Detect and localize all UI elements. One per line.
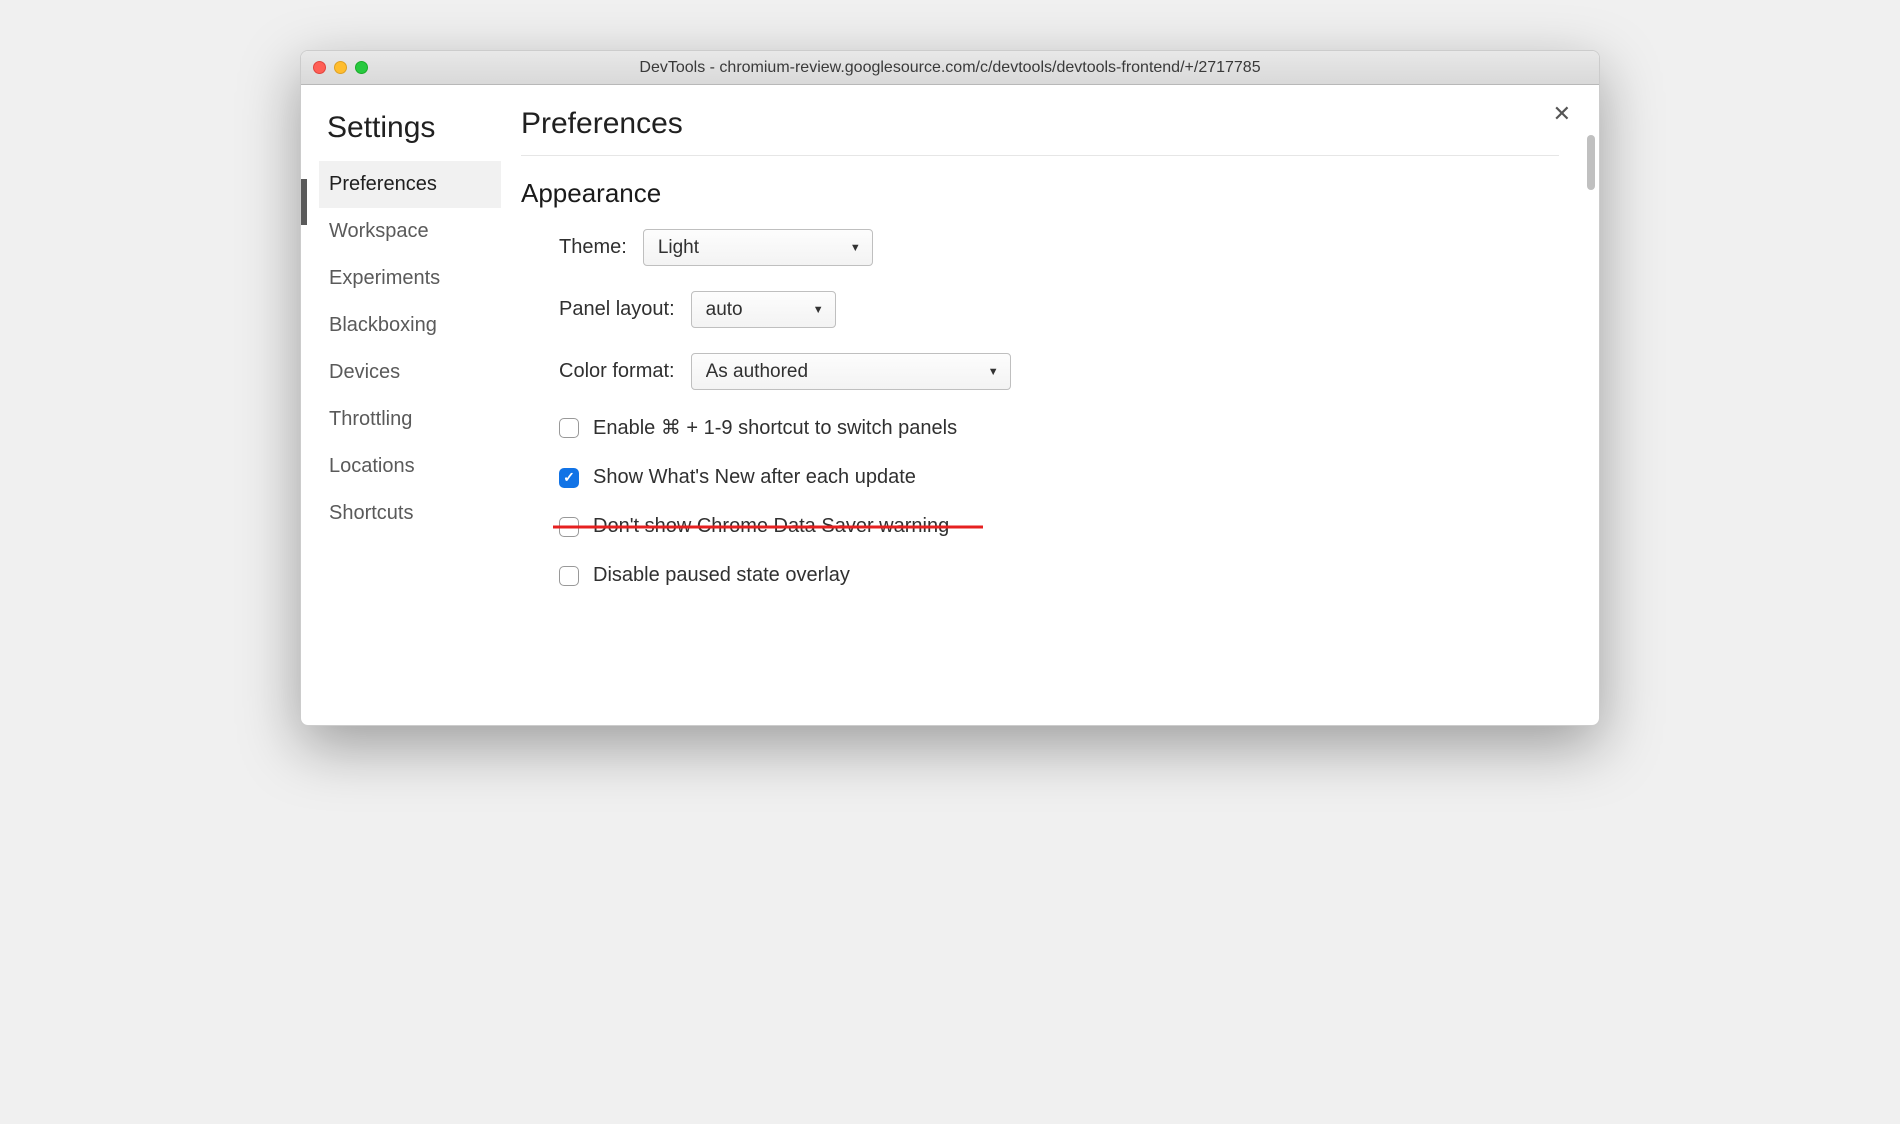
traffic-lights [313,61,368,74]
sidebar: Settings Preferences Workspace Experimen… [301,85,501,725]
sidebar-title: Settings [319,103,501,161]
theme-label: Theme: [559,236,627,259]
theme-row: Theme: Light ▼ [559,229,1559,266]
section-appearance-title: Appearance [521,178,1559,209]
sidebar-item-throttling[interactable]: Throttling [319,396,501,443]
panel-layout-label: Panel layout: [559,298,675,321]
shortcut-checkbox-label: Enable ⌘ + 1-9 shortcut to switch panels [593,415,957,440]
whatsnew-checkbox[interactable]: ✓ [559,468,579,488]
datasaver-checkbox[interactable]: ✓ [559,517,579,537]
sidebar-item-workspace[interactable]: Workspace [319,208,501,255]
maximize-window-button[interactable] [355,61,368,74]
titlebar: DevTools - chromium-review.googlesource.… [301,51,1599,85]
minimize-window-button[interactable] [334,61,347,74]
datasaver-checkbox-row: ✓ Don't show Chrome Data Saver warning [559,515,1559,538]
panel-layout-row: Panel layout: auto ▼ [559,291,1559,328]
whatsnew-checkbox-row: ✓ Show What's New after each update [559,466,1559,489]
panel-layout-select[interactable]: auto [691,291,836,328]
content-area: Settings Preferences Workspace Experimen… [301,85,1599,725]
sidebar-item-locations[interactable]: Locations [319,443,501,490]
main-panel: ✕ Preferences Appearance Theme: Light ▼ … [501,85,1599,725]
scrollbar-thumb[interactable] [1587,135,1595,190]
color-format-select[interactable]: As authored [691,353,1011,390]
shortcut-checkbox[interactable]: ✓ [559,418,579,438]
window-title: DevTools - chromium-review.googlesource.… [639,59,1260,77]
color-format-label: Color format: [559,360,675,383]
paused-checkbox-label: Disable paused state overlay [593,564,850,587]
sidebar-item-blackboxing[interactable]: Blackboxing [319,302,501,349]
checkmark-icon: ✓ [563,469,575,486]
close-icon[interactable]: ✕ [1553,103,1571,125]
color-format-row: Color format: As authored ▼ [559,353,1559,390]
divider [521,155,1559,156]
page-title: Preferences [521,107,1559,141]
sidebar-item-preferences[interactable]: Preferences [319,161,501,208]
theme-select[interactable]: Light [643,229,873,266]
datasaver-checkbox-label: Don't show Chrome Data Saver warning [593,515,949,538]
close-window-button[interactable] [313,61,326,74]
whatsnew-checkbox-label: Show What's New after each update [593,466,916,489]
sidebar-active-indicator [301,179,307,225]
paused-checkbox-row: ✓ Disable paused state overlay [559,564,1559,587]
paused-checkbox[interactable]: ✓ [559,566,579,586]
sidebar-item-devices[interactable]: Devices [319,349,501,396]
devtools-settings-window: DevTools - chromium-review.googlesource.… [300,50,1600,726]
appearance-settings: Theme: Light ▼ Panel layout: auto [521,229,1559,587]
sidebar-item-shortcuts[interactable]: Shortcuts [319,490,501,537]
scrollbar[interactable] [1587,135,1595,715]
sidebar-item-experiments[interactable]: Experiments [319,255,501,302]
shortcut-checkbox-row: ✓ Enable ⌘ + 1-9 shortcut to switch pane… [559,415,1559,440]
